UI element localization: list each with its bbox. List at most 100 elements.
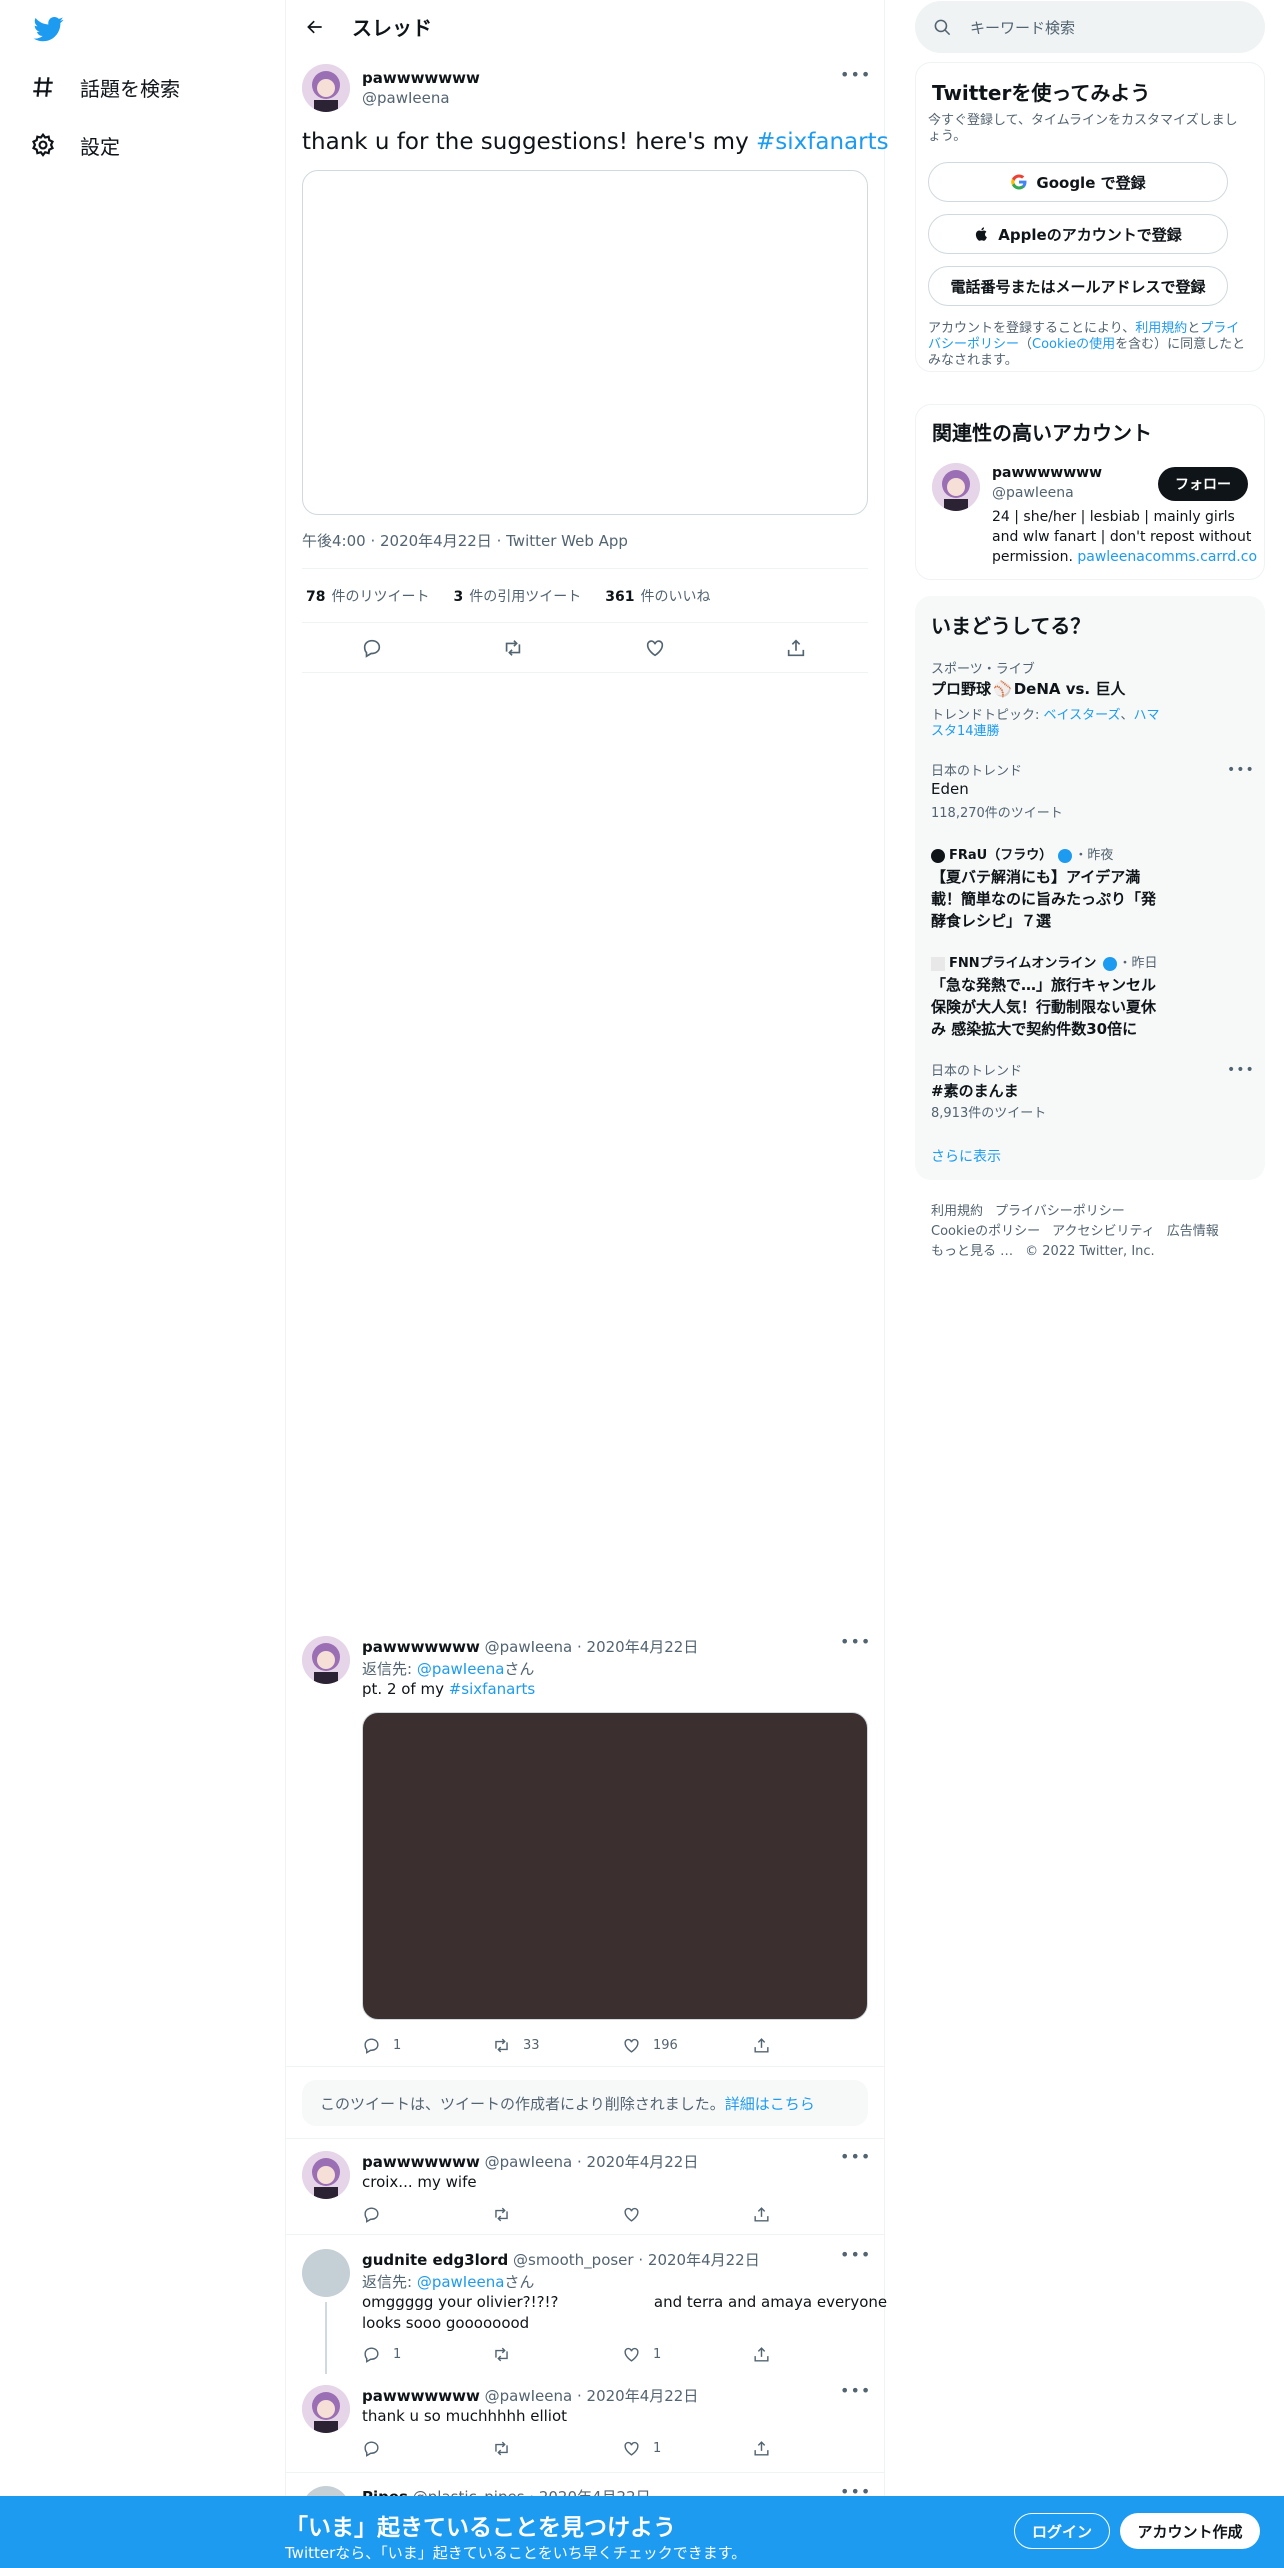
author-handle[interactable]: @pawIeena <box>485 2387 573 2405</box>
avatar[interactable] <box>302 2151 350 2199</box>
create-account-button[interactable]: アカウント作成 <box>1120 2513 1260 2549</box>
retweet-icon[interactable] <box>502 636 526 660</box>
tweet-media[interactable] <box>362 1712 868 2020</box>
author-handle[interactable]: @pawIeena <box>362 89 450 107</box>
back-button[interactable] <box>298 10 332 44</box>
related-title: 関連性の高いアカウント <box>932 421 1152 445</box>
more-options-icon[interactable]: ••• <box>1227 1062 1255 1078</box>
google-signup-button[interactable]: Google で登録 <box>928 162 1228 202</box>
bio-link[interactable]: pawleenacomms.carrd.co <box>1077 549 1257 565</box>
footer-accessibility-link[interactable]: アクセシビリティ <box>1052 1224 1155 1239</box>
related-account-bio-line: permission. pawleenacomms.carrd.co <box>992 549 1257 565</box>
author-name[interactable]: pawwwwwww <box>362 2387 480 2405</box>
author-handle[interactable]: @smooth_poser <box>513 2251 634 2269</box>
retweet-button[interactable] <box>492 2345 622 2364</box>
apple-signup-button[interactable]: Appleのアカウントで登録 <box>928 214 1228 254</box>
topic-link[interactable]: ベイスターズ <box>1044 708 1121 723</box>
avatar[interactable] <box>302 2249 350 2297</box>
cookie-link[interactable]: Cookieの使用 <box>1032 337 1115 352</box>
tweet-stats: 78 件のリツイート 3 件の引用ツイート 361 件のいいね <box>302 568 868 623</box>
quote-count[interactable]: 3 件の引用ツイート <box>453 586 581 606</box>
share-button[interactable] <box>752 2439 783 2458</box>
related-account-handle[interactable]: @pawIeena <box>992 485 1074 501</box>
share-button[interactable] <box>752 2205 783 2224</box>
related-account-name[interactable]: pawwwwwww <box>992 465 1102 481</box>
google-signup-label: Google で登録 <box>1036 173 1146 192</box>
reply-button[interactable] <box>362 2205 492 2224</box>
footer-cookie-link[interactable]: Cookieのポリシー <box>931 1224 1040 1239</box>
tweet-media[interactable] <box>302 170 868 515</box>
reply-icon[interactable] <box>361 636 385 660</box>
footer-more-link[interactable]: もっと見る … <box>931 1244 1013 1259</box>
learn-more-link[interactable]: 詳細はこちら <box>725 2093 815 2114</box>
author-handle[interactable]: @pawIeena <box>485 1638 573 1656</box>
author-handle[interactable]: @pawIeena <box>485 2153 573 2171</box>
mention-link[interactable]: @pawIeena <box>417 2273 505 2291</box>
search-input[interactable]: キーワード検索 <box>915 1 1265 53</box>
like-number: 361 <box>605 588 635 605</box>
twitter-logo-icon[interactable] <box>32 14 66 44</box>
retweet-button[interactable] <box>492 2205 622 2224</box>
retweet-icon <box>495 2038 508 2052</box>
nav-explore[interactable]: 話題を検索 <box>30 67 180 107</box>
tweet-text-body: thank u for the suggestions! here's my <box>302 129 757 155</box>
tweet-date[interactable]: 2020年4月22日 <box>587 2387 699 2405</box>
like-button[interactable]: 1 <box>622 2439 752 2458</box>
author-name[interactable]: pawwwwwww <box>362 2153 480 2171</box>
topic-link[interactable]: スタ14連勝 <box>931 724 1000 739</box>
avatar[interactable] <box>302 64 350 112</box>
hashtag-link[interactable]: #sixfanarts <box>449 1680 535 1698</box>
author-name[interactable]: pawwwwwww <box>362 1638 480 1656</box>
login-button[interactable]: ログイン <box>1014 2513 1110 2549</box>
avatar[interactable] <box>932 463 980 511</box>
tweet-date[interactable]: 2020年4月22日 <box>648 2251 760 2269</box>
tweet-text: thank u for the suggestions! here's my #… <box>302 129 889 155</box>
more-options-icon[interactable]: ••• <box>840 2149 870 2171</box>
like-button[interactable] <box>622 2205 752 2224</box>
terms-link[interactable]: 利用規約 <box>1135 321 1187 336</box>
like-button[interactable]: 1 <box>622 2345 752 2364</box>
reply-tweet[interactable]: pawwwwwww @pawIeena · 2020年4月22日 ••• cro… <box>286 2138 884 2234</box>
retweet-button[interactable]: 33 <box>492 2036 622 2055</box>
like-count[interactable]: 361 件のいいね <box>605 586 710 606</box>
avatar[interactable] <box>302 1636 350 1684</box>
more-options-icon[interactable]: ••• <box>840 1634 870 1656</box>
retweet-count[interactable]: 78 件のリツイート <box>306 586 429 606</box>
footer-privacy-link[interactable]: プライバシーポリシー <box>995 1204 1125 1219</box>
follow-button[interactable]: フォロー <box>1158 467 1248 501</box>
reply-button[interactable]: 1 <box>362 2036 492 2055</box>
nav-explore-label: 話題を検索 <box>80 76 180 101</box>
tweet-time[interactable]: 午後4:00 <box>302 532 366 550</box>
avatar[interactable] <box>302 2385 350 2433</box>
reply-tweet[interactable]: gudnite edg3lord @smooth_poser · 2020年4月… <box>286 2234 887 2374</box>
tweet-date[interactable]: 2020年4月22日 <box>587 2153 699 2171</box>
author-name[interactable]: pawwwwwww <box>362 69 480 87</box>
author-name[interactable]: gudnite edg3lord <box>362 2251 508 2269</box>
reply-tweet[interactable]: Pipes @plastic_pipes · 2020年4月22日 ••• <box>286 2472 884 2534</box>
share-button[interactable] <box>752 2036 783 2055</box>
topic-link[interactable]: ハマ <box>1134 708 1160 723</box>
more-options-icon[interactable]: ••• <box>840 67 870 89</box>
reply-tweet[interactable]: pawwwwwww @pawIeena · 2020年4月22日 ••• tha… <box>286 2374 884 2472</box>
mention-link[interactable]: @pawIeena <box>417 1660 505 1678</box>
reply-tweet[interactable]: pawwwwwww @pawIeena · 2020年4月22日 ••• 返信先… <box>286 1620 884 2066</box>
more-options-icon[interactable]: ••• <box>840 2383 870 2405</box>
nav-settings[interactable]: 設定 <box>30 125 120 165</box>
like-icon[interactable] <box>644 636 668 660</box>
more-options-icon[interactable]: ••• <box>1227 762 1255 778</box>
reply-button[interactable] <box>362 2439 492 2458</box>
tweet-client[interactable]: Twitter Web App <box>506 532 628 550</box>
reply-button[interactable]: 1 <box>362 2345 492 2364</box>
hashtag-link[interactable]: #sixfanarts <box>756 129 889 155</box>
retweet-button[interactable] <box>492 2439 622 2458</box>
share-button[interactable] <box>752 2345 783 2364</box>
show-more-link[interactable]: さらに表示 <box>931 1146 1001 1166</box>
more-options-icon[interactable]: ••• <box>840 2247 870 2269</box>
share-icon[interactable] <box>785 636 809 660</box>
footer-terms-link[interactable]: 利用規約 <box>931 1204 983 1219</box>
footer-ads-link[interactable]: 広告情報 <box>1167 1224 1219 1239</box>
phone-email-signup-button[interactable]: 電話番号またはメールアドレスで登録 <box>928 266 1228 306</box>
like-button[interactable]: 196 <box>622 2036 752 2055</box>
tweet-date[interactable]: 2020年4月22日 <box>587 1638 699 1656</box>
tweet-date[interactable]: 2020年4月22日 <box>380 532 492 550</box>
